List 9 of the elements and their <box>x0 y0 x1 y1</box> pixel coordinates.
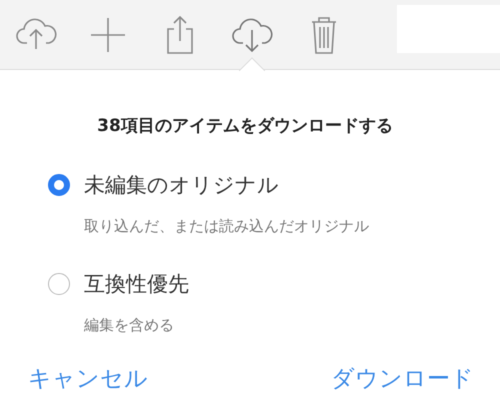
cancel-button[interactable]: キャンセル <box>28 363 148 394</box>
option-description: 取り込んだ、または読み込んだオリジナル <box>84 217 370 236</box>
option-label: 互換性優先 <box>84 271 189 298</box>
option-description: 編集を含める <box>84 316 175 335</box>
download-button[interactable]: ダウンロード <box>331 363 474 394</box>
radio-button[interactable] <box>48 174 70 196</box>
radio-button[interactable] <box>48 273 70 295</box>
option-label: 未編集のオリジナル <box>84 172 279 199</box>
dialog-title: 38項目のアイテムをダウンロードする <box>96 115 394 137</box>
